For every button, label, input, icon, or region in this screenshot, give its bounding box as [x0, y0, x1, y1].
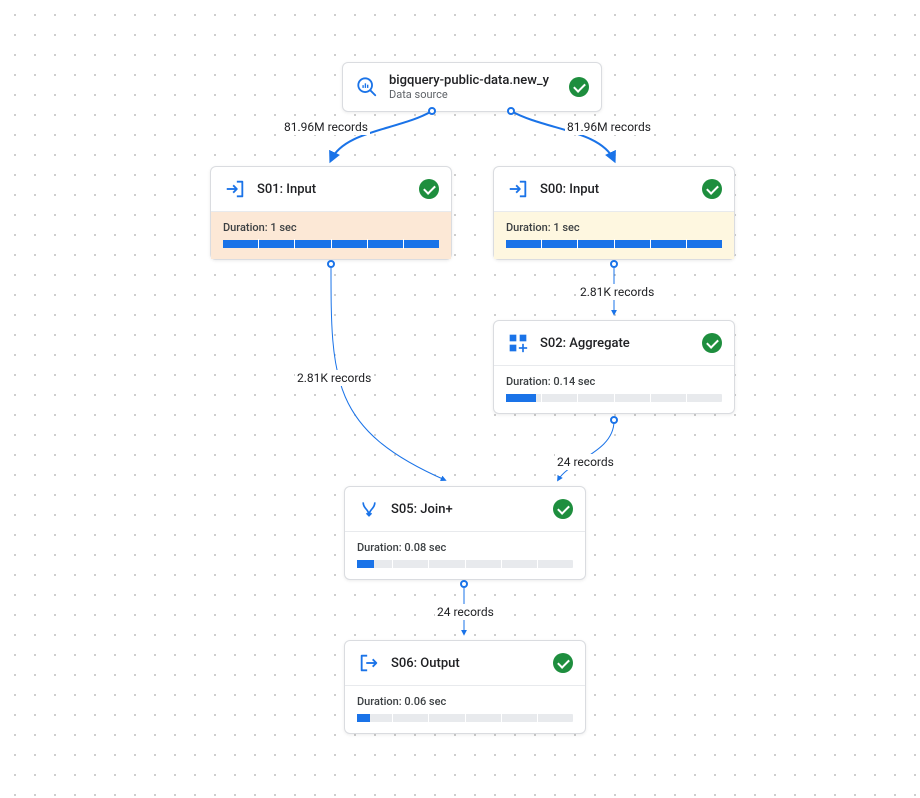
input-icon	[223, 177, 247, 201]
duration-label: Duration: 0.14 sec	[506, 375, 722, 388]
edge-label: 2.81K records	[295, 370, 373, 386]
node-title: S01: Input	[257, 182, 409, 197]
status-success-icon	[702, 333, 722, 353]
node-title: S05: Join+	[391, 502, 543, 517]
port-icon	[428, 107, 436, 115]
port-icon	[610, 416, 618, 424]
aggregate-icon	[506, 331, 530, 355]
duration-label: Duration: 0.06 sec	[357, 695, 573, 708]
status-success-icon	[419, 179, 439, 199]
node-s01-input[interactable]: S01: Input Duration: 1 sec	[210, 166, 452, 260]
node-datasource[interactable]: bigquery-public-data.new_y Data source	[342, 62, 602, 112]
node-s05-join[interactable]: S05: Join+ Duration: 0.08 sec	[344, 486, 586, 580]
status-success-icon	[569, 77, 589, 97]
status-success-icon	[702, 179, 722, 199]
node-title: S06: Output	[391, 656, 543, 671]
status-success-icon	[553, 499, 573, 519]
duration-bar	[506, 240, 722, 248]
edge-label: 81.96M records	[565, 119, 653, 135]
duration-bar	[357, 714, 573, 722]
port-icon	[327, 260, 335, 268]
input-icon	[506, 177, 530, 201]
duration-label: Duration: 1 sec	[223, 221, 439, 234]
node-title: S02: Aggregate	[540, 336, 692, 351]
port-icon	[460, 580, 468, 588]
node-title: S00: Input	[540, 182, 692, 197]
node-s00-input[interactable]: S00: Input Duration: 1 sec	[493, 166, 735, 260]
output-icon	[357, 651, 381, 675]
port-icon	[507, 107, 515, 115]
edge-label: 81.96M records	[282, 119, 370, 135]
node-s06-output[interactable]: S06: Output Duration: 0.06 sec	[344, 640, 586, 734]
node-subtitle: Data source	[389, 88, 559, 101]
duration-bar	[357, 560, 573, 568]
magnify-analytics-icon	[355, 75, 379, 99]
duration-label: Duration: 0.08 sec	[357, 541, 573, 554]
join-icon	[357, 497, 381, 521]
node-title: bigquery-public-data.new_y	[389, 73, 559, 88]
duration-bar	[506, 394, 722, 402]
duration-bar	[223, 240, 439, 248]
duration-label: Duration: 1 sec	[506, 221, 722, 234]
edge-label: 2.81K records	[578, 284, 656, 300]
node-s02-aggregate[interactable]: S02: Aggregate Duration: 0.14 sec	[493, 320, 735, 414]
port-icon	[610, 260, 618, 268]
edge-label: 24 records	[555, 454, 616, 470]
edge-label: 24 records	[435, 604, 496, 620]
status-success-icon	[553, 653, 573, 673]
